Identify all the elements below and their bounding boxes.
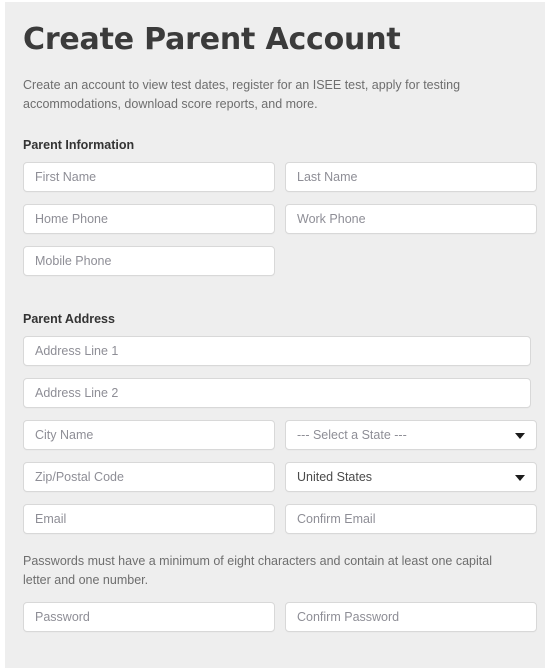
- first-name-input[interactable]: First Name: [23, 162, 275, 192]
- zip-postal-code-input[interactable]: Zip/Postal Code: [23, 462, 275, 492]
- page-intro-text: Create an account to view test dates, re…: [23, 78, 461, 111]
- row-email: Email Confirm Email: [23, 504, 537, 534]
- country-select-value: United States: [297, 470, 373, 484]
- home-phone-input[interactable]: Home Phone: [23, 204, 275, 234]
- country-select[interactable]: United States: [285, 462, 537, 492]
- state-select[interactable]: --- Select a State ---: [285, 420, 537, 450]
- chevron-down-icon: [515, 475, 525, 481]
- row-city-state: City Name --- Select a State ---: [23, 420, 537, 450]
- row-address-line-1: Address Line 1: [23, 336, 531, 366]
- mobile-phone-input[interactable]: Mobile Phone: [23, 246, 275, 276]
- page-title: Create Parent Account: [23, 22, 401, 57]
- work-phone-input[interactable]: Work Phone: [285, 204, 537, 234]
- confirm-email-input[interactable]: Confirm Email: [285, 504, 537, 534]
- row-name: First Name Last Name: [23, 162, 537, 192]
- confirm-password-input[interactable]: Confirm Password: [285, 602, 537, 632]
- row-zip-country: Zip/Postal Code United States: [23, 462, 537, 492]
- address-line-1-input[interactable]: Address Line 1: [23, 336, 531, 366]
- email-input[interactable]: Email: [23, 504, 275, 534]
- create-parent-account-page: Create Parent Account Create an account …: [5, 2, 545, 668]
- row-mobile-phone: Mobile Phone: [23, 246, 531, 276]
- password-requirements-note: Passwords must have a minimum of eight c…: [23, 554, 492, 587]
- section-label-parent-address: Parent Address: [23, 312, 115, 326]
- row-phones: Home Phone Work Phone: [23, 204, 537, 234]
- last-name-input[interactable]: Last Name: [285, 162, 537, 192]
- state-select-value: --- Select a State ---: [297, 428, 407, 442]
- address-line-2-input[interactable]: Address Line 2: [23, 378, 531, 408]
- section-label-parent-information: Parent Information: [23, 138, 135, 152]
- password-input[interactable]: Password: [23, 602, 275, 632]
- chevron-down-icon: [515, 433, 525, 439]
- row-password: Password Confirm Password: [23, 602, 537, 632]
- city-name-input[interactable]: City Name: [23, 420, 275, 450]
- row-address-line-2: Address Line 2: [23, 378, 531, 408]
